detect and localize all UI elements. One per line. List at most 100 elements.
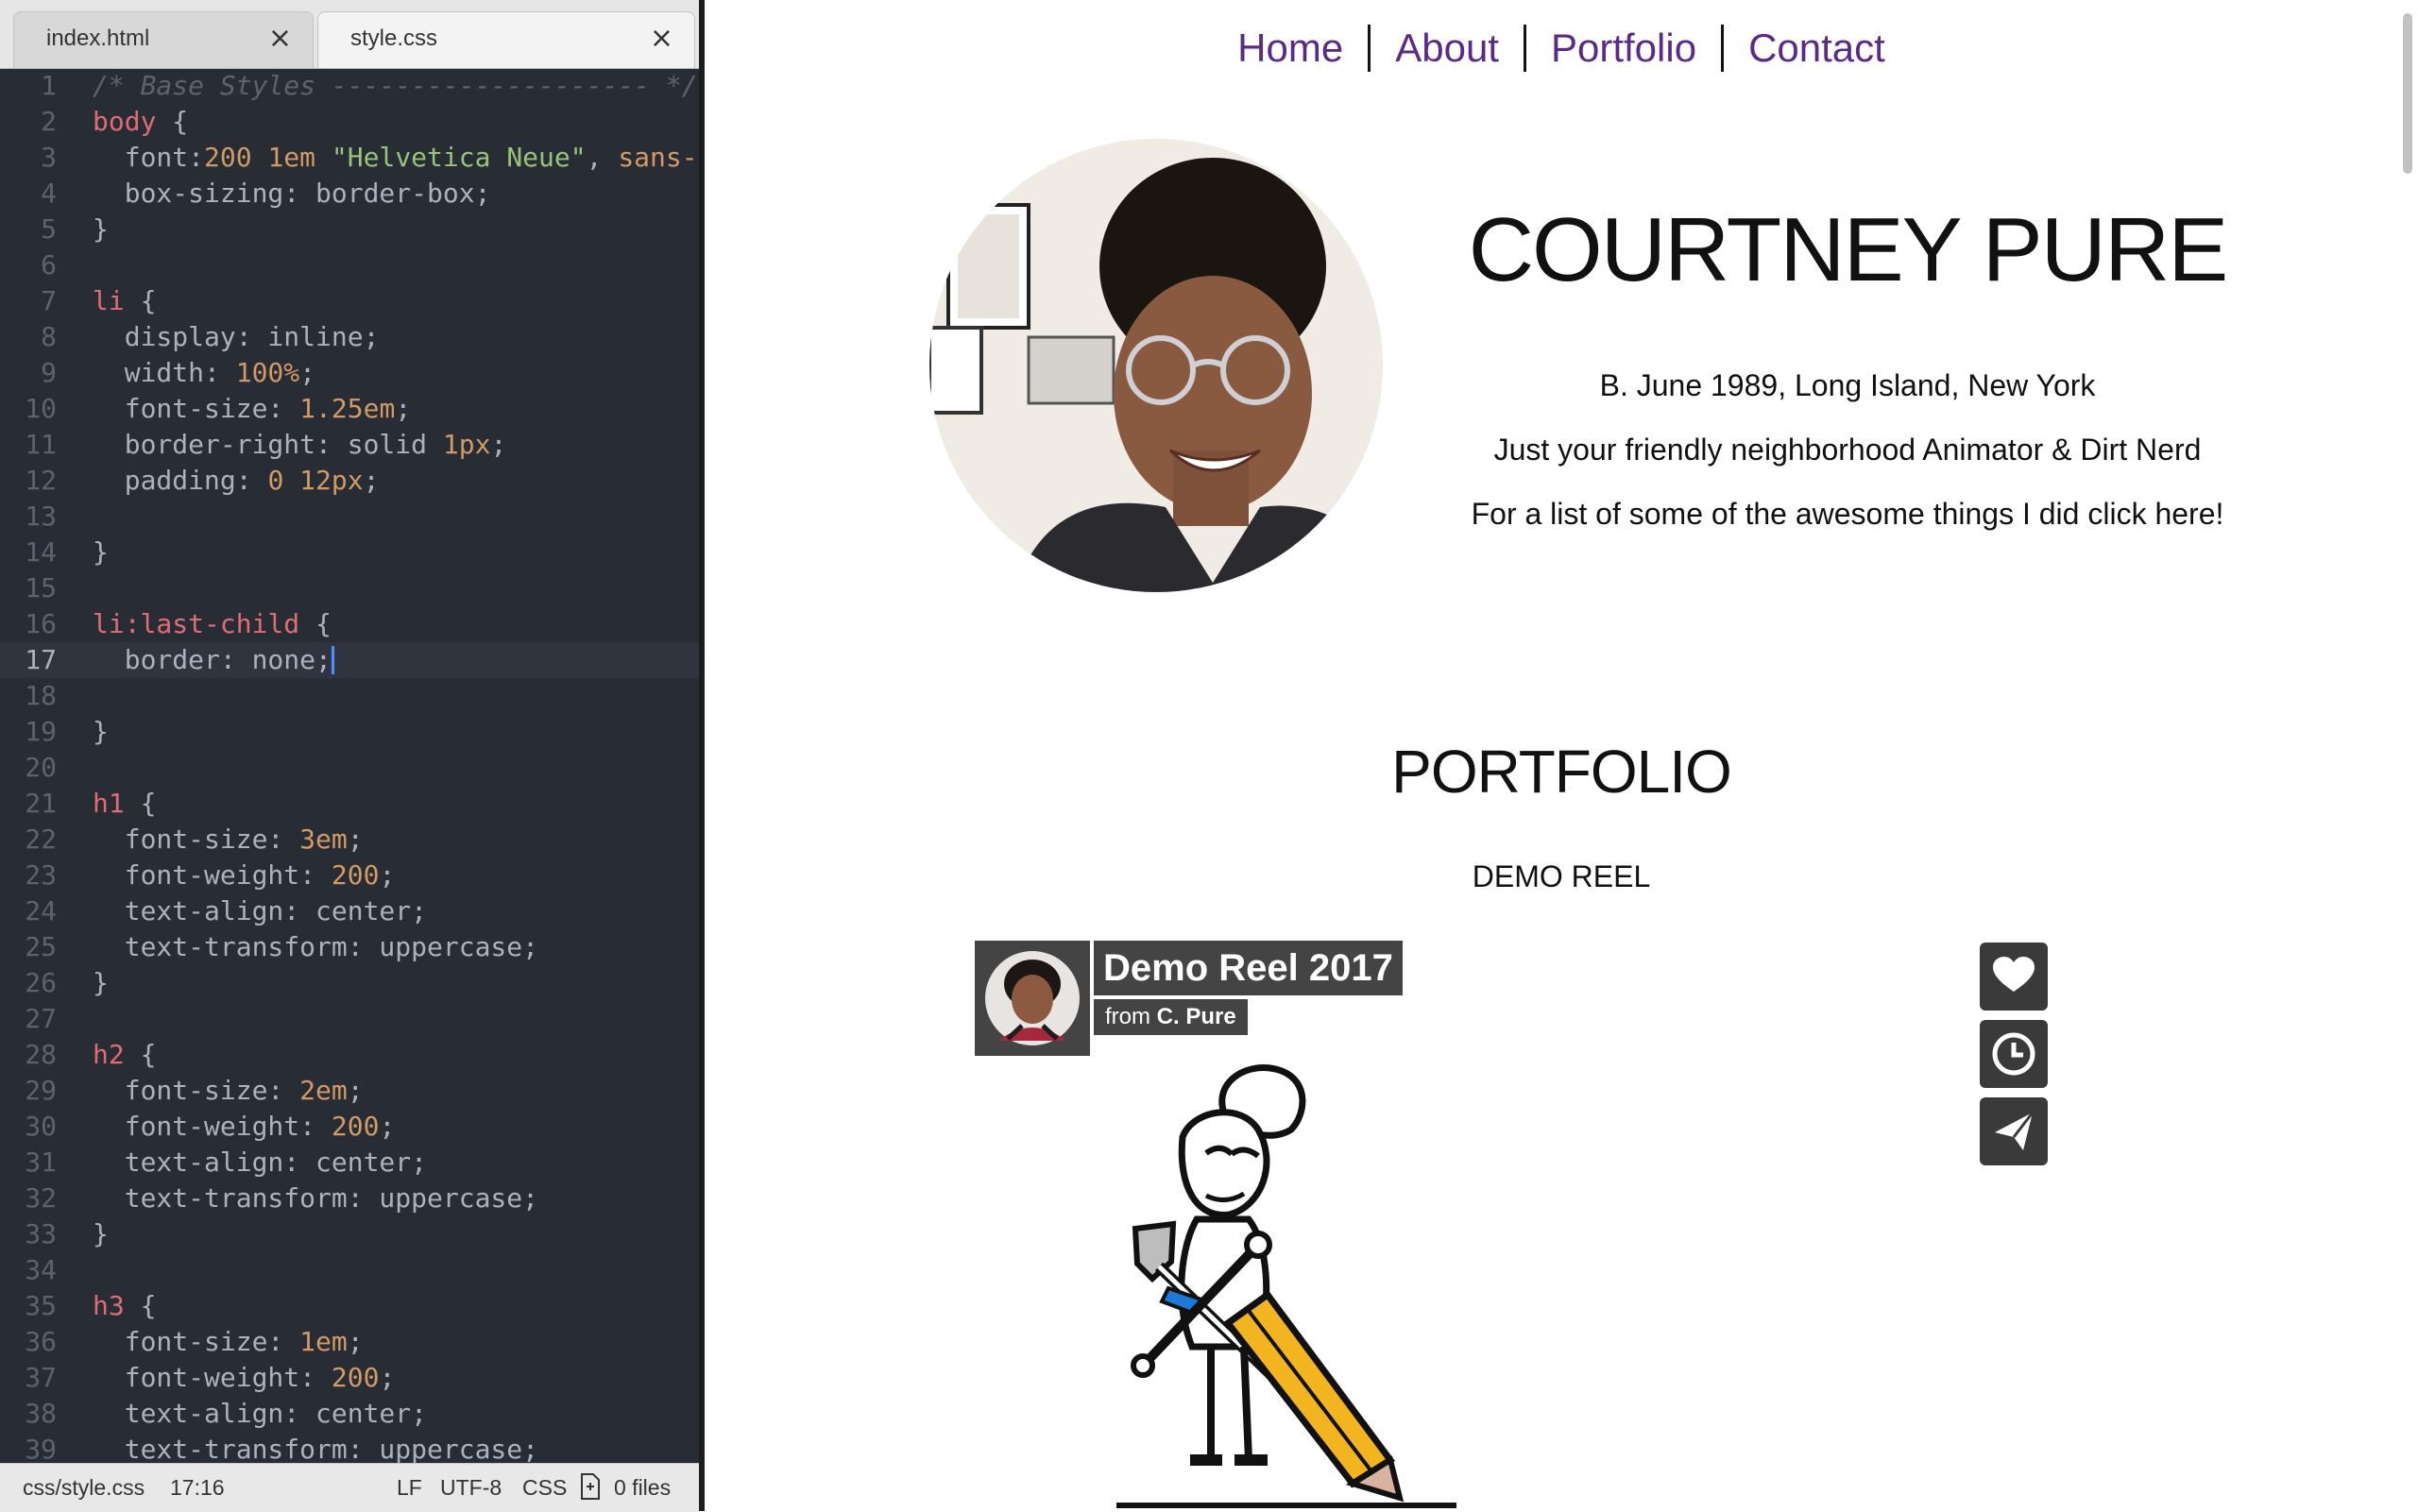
code-line[interactable]: 36 font-size: 1em; [0, 1324, 699, 1360]
nav-about-link[interactable]: About [1371, 25, 1526, 72]
bio-birth: B. June 1989, Long Island, New York [1599, 368, 2096, 402]
status-line-ending[interactable]: LF [397, 1475, 422, 1501]
code-line[interactable]: 22 font-size: 3em; [0, 822, 699, 858]
code-line[interactable]: 9 width: 100%; [0, 355, 699, 391]
code-line[interactable]: 39 text-transform: uppercase; [0, 1432, 699, 1463]
code-line[interactable]: 10 font-size: 1.25em; [0, 391, 699, 427]
share-button[interactable] [1980, 1097, 2048, 1165]
code-line[interactable]: 14} [0, 535, 699, 570]
video-title[interactable]: Demo Reel 2017 [1094, 941, 1403, 995]
code-token: text-transform: uppercase; [93, 1182, 539, 1214]
line-number: 34 [25, 1254, 57, 1285]
watch-later-button[interactable] [1980, 1020, 2048, 1088]
code-line[interactable]: 1 /* Base Styles -------------------- */ [0, 68, 699, 104]
code-token: 200 [331, 1111, 380, 1142]
code-token: { [124, 788, 157, 819]
code-line[interactable]: 11 border-right: solid 1px; [0, 427, 699, 463]
code-line[interactable]: 24 text-align: center; [0, 893, 699, 929]
nav-home-link[interactable]: Home [1213, 25, 1371, 72]
code-token: display: inline; [93, 321, 380, 352]
code-line[interactable]: 15 [0, 570, 699, 606]
heart-icon [1980, 957, 2048, 1014]
code-token: , [586, 142, 619, 173]
code-line[interactable]: 26} [0, 965, 699, 1001]
code-text: font-size: 3em; [93, 822, 364, 858]
code-line[interactable]: 38 text-align: center; [0, 1396, 699, 1432]
nav-portfolio-link[interactable]: Portfolio [1526, 25, 1725, 72]
close-icon[interactable]: × [650, 22, 673, 55]
code-token: } [93, 536, 109, 568]
status-files[interactable]: 0 files [614, 1475, 671, 1501]
code-line[interactable]: 28 h2 { [0, 1037, 699, 1073]
code-line[interactable]: 35 h3 { [0, 1288, 699, 1324]
video-player[interactable]: Demo Reel 2017 from C. Pure [975, 941, 2048, 1511]
line-number: 39 [25, 1434, 57, 1463]
bio-link[interactable]: For a list of some of the awesome things… [1422, 497, 2273, 532]
status-grammar[interactable]: CSS [522, 1475, 567, 1501]
tab-style-css[interactable]: style.css × [317, 11, 695, 68]
code-text: padding: 0 12px; [93, 463, 380, 499]
code-line[interactable]: 23 font-weight: 200; [0, 858, 699, 893]
code-text: } [93, 535, 109, 570]
code-token: 100% [235, 357, 300, 388]
code-line[interactable]: 6 [0, 247, 699, 283]
code-line[interactable]: 32 text-transform: uppercase; [0, 1181, 699, 1216]
code-text: li { [93, 283, 156, 319]
code-line[interactable]: 20 [0, 750, 699, 786]
line-number: 29 [25, 1075, 57, 1106]
code-line[interactable]: 27 [0, 1001, 699, 1037]
line-number: 32 [25, 1182, 57, 1214]
code-line[interactable]: 34 [0, 1252, 699, 1288]
browser-preview: Home About Portfolio Contact COURTNEY PURE … [705, 0, 2418, 1511]
line-number: 2 [41, 106, 57, 137]
code-token: ; [379, 859, 396, 891]
code-line[interactable]: 13 [0, 499, 699, 535]
code-line[interactable]: 2 body { [0, 104, 699, 140]
code-token: border-right: solid [93, 429, 443, 460]
code-line[interactable]: 19} [0, 714, 699, 750]
line-number: 20 [25, 752, 57, 783]
status-cursor-position[interactable]: 17:16 [170, 1475, 225, 1501]
code-token: { [124, 1290, 157, 1321]
code-line[interactable]: 31 text-align: center; [0, 1145, 699, 1181]
code-token: sans-ser [618, 142, 699, 173]
nav-contact-link[interactable]: Contact [1724, 25, 1910, 72]
code-line[interactable]: 21 h1 { [0, 786, 699, 822]
code-line[interactable]: 7 li { [0, 283, 699, 319]
code-line[interactable]: 4 box-sizing: border-box; [0, 176, 699, 212]
code-token: { [124, 1039, 157, 1070]
code-line[interactable]: 37 font-weight: 200; [0, 1360, 699, 1396]
video-frame-illustration[interactable] [1116, 1063, 1456, 1511]
code-line[interactable]: 3 font:200 1em "Helvetica Neue", sans-se… [0, 140, 699, 176]
status-encoding[interactable]: UTF-8 [440, 1475, 502, 1501]
code-line[interactable]: 8 display: inline; [0, 319, 699, 355]
code-line[interactable]: 16 li:last-child { [0, 606, 699, 642]
code-line[interactable]: 17 border: none; [0, 642, 699, 678]
code-token: 200 [331, 1362, 380, 1393]
code-line[interactable]: 30 font-weight: 200; [0, 1109, 699, 1145]
code-area[interactable]: 1/* Base Styles -------------------- */2… [0, 68, 699, 1463]
code-line[interactable]: 18 [0, 678, 699, 714]
scrollbar-thumb[interactable] [2403, 13, 2412, 174]
code-line[interactable]: 12 padding: 0 12px; [0, 463, 699, 499]
line-number: 9 [41, 357, 57, 388]
status-file-path[interactable]: css/style.css [23, 1475, 145, 1501]
video-author-link[interactable]: C. Pure [1157, 1004, 1236, 1029]
code-line[interactable]: 5} [0, 212, 699, 247]
tab-index-html[interactable]: index.html × [13, 11, 314, 68]
code-token: } [93, 967, 109, 998]
code-token: font: [93, 142, 205, 173]
code-text: text-align: center; [93, 1396, 427, 1432]
code-token: font-size: [93, 393, 300, 424]
like-button[interactable] [1980, 943, 2048, 1011]
code-line[interactable]: 29 font-size: 2em; [0, 1073, 699, 1109]
code-line[interactable]: 25 text-transform: uppercase; [0, 929, 699, 965]
close-icon[interactable]: × [268, 22, 292, 55]
author-avatar[interactable] [975, 941, 1090, 1056]
code-line[interactable]: 33} [0, 1216, 699, 1252]
profile-photo [929, 139, 1383, 592]
code-text: display: inline; [93, 319, 380, 355]
code-text: font-size: 1.25em; [93, 391, 411, 427]
code-token: 2em [299, 1075, 348, 1106]
file-icon [580, 1473, 601, 1505]
